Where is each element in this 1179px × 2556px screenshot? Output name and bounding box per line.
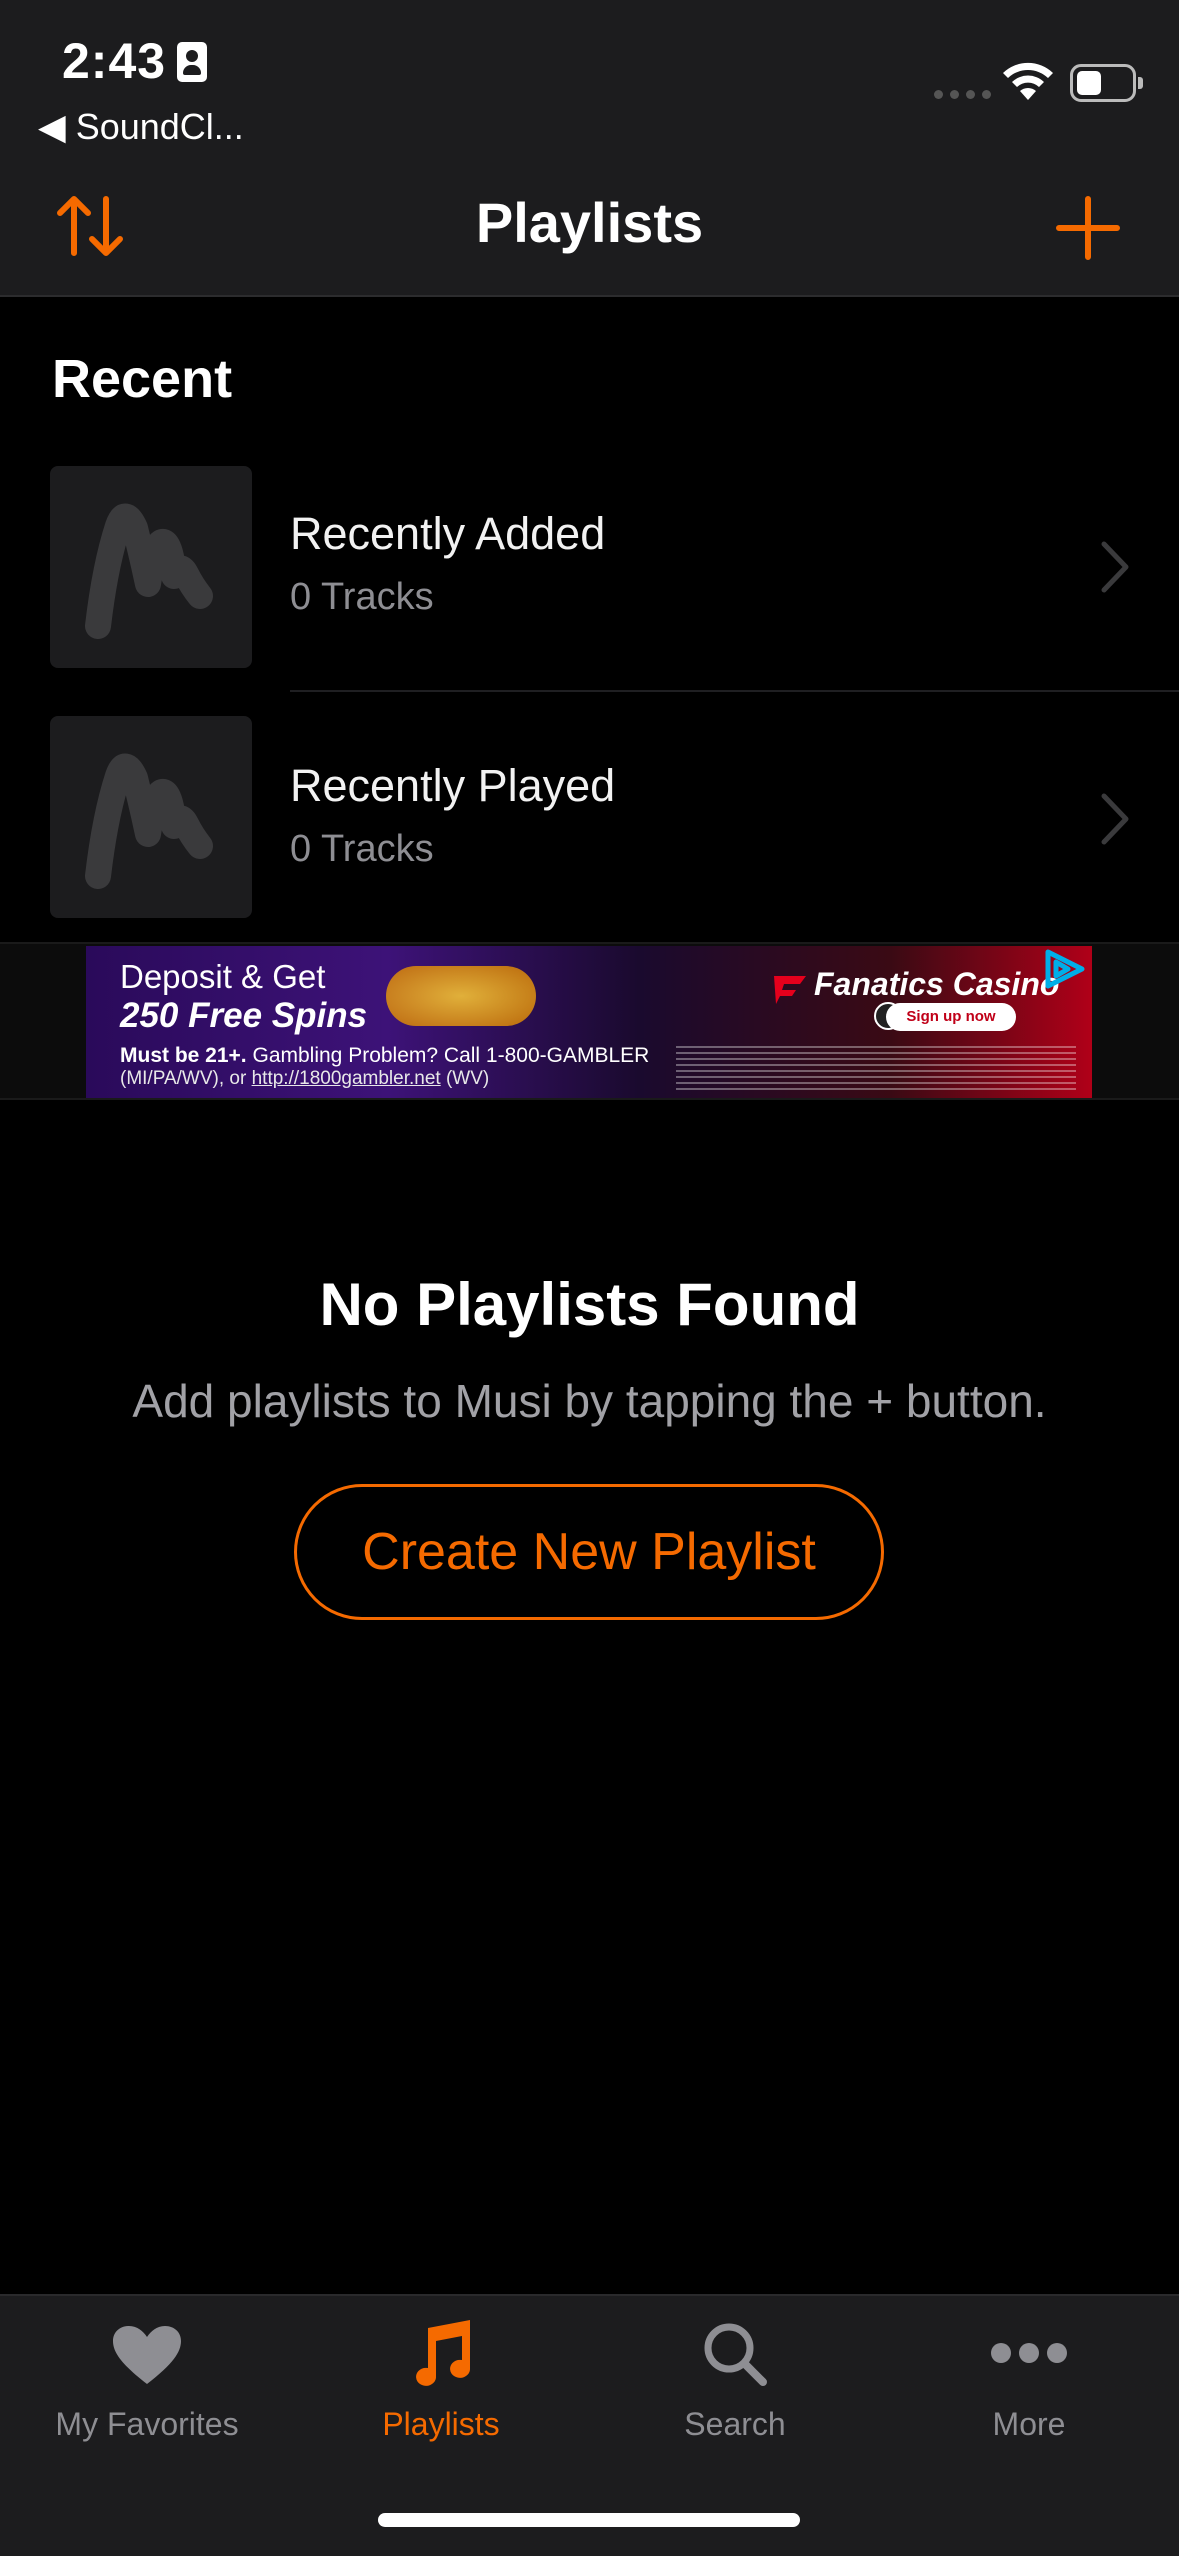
recently-added-row[interactable]: Recently Added 0 Tracks <box>0 440 1179 692</box>
tab-my-favorites[interactable]: My Favorites <box>0 2294 294 2474</box>
recent-section-title: Recent <box>52 349 233 409</box>
tab-label: Search <box>684 2406 786 2442</box>
music-note-icon <box>416 2320 471 2386</box>
plus-icon <box>1056 196 1120 260</box>
tab-label: My Favorites <box>55 2406 239 2442</box>
ad-legal-line2: (MI/PA/WV), or http://1800gambler.net (W… <box>120 1068 490 1089</box>
wifi-icon <box>1000 60 1056 109</box>
ad-brand: Fanatics Casino <box>814 966 1060 1002</box>
nav-divider <box>0 295 1179 297</box>
page-title: Playlists <box>475 191 704 254</box>
ad-banner[interactable]: Deposit & Get 250 Free Spins Fanatics Ca… <box>86 946 1092 1098</box>
ad-legal-line1: Must be 21+. Gambling Problem? Call 1-80… <box>120 1044 650 1067</box>
battery-icon <box>1070 64 1143 102</box>
recently-played-row[interactable]: Recently Played 0 Tracks <box>0 692 1179 944</box>
empty-state-subtitle: Add playlists to Musi by tapping the + b… <box>132 1375 1047 1427</box>
home-indicator <box>378 2513 800 2527</box>
tab-label: Playlists <box>382 2406 500 2442</box>
cellular-signal-icon <box>934 90 991 99</box>
ad-legal-link[interactable]: http://1800gambler.net <box>252 1068 441 1089</box>
ad-signup-button[interactable]: Sign up now <box>886 1003 1016 1031</box>
playlist-artwork-placeholder <box>50 466 252 668</box>
ad-headline: Deposit & Get <box>120 958 326 995</box>
back-to-app-link[interactable]: ◀ SoundCl... <box>38 106 244 148</box>
musi-logo-icon <box>85 503 213 639</box>
tab-search[interactable]: Search <box>588 2294 882 2474</box>
row-track-count: 0 Tracks <box>290 828 434 870</box>
tab-playlists[interactable]: Playlists <box>294 2294 588 2474</box>
add-playlist-button[interactable] <box>1046 186 1130 270</box>
status-time: 2:43 <box>62 33 167 89</box>
row-track-count: 0 Tracks <box>290 576 434 618</box>
tab-label: More <box>992 2406 1066 2442</box>
search-icon <box>704 2323 767 2386</box>
more-dots-icon <box>991 2343 1067 2363</box>
chevron-right-icon <box>1100 792 1130 851</box>
ad-coins-graphic <box>386 966 536 1026</box>
empty-state-title: No Playlists Found <box>319 1271 860 1338</box>
chevron-right-icon <box>1100 540 1130 599</box>
create-new-playlist-button[interactable]: Create New Playlist <box>294 1484 884 1620</box>
ad-offer: 250 Free Spins <box>120 996 368 1035</box>
playlist-artwork-placeholder <box>50 716 252 918</box>
ad-fine-print <box>676 1046 1076 1090</box>
heart-icon <box>113 2326 181 2384</box>
musi-logo-icon <box>85 753 213 889</box>
row-title: Recently Played <box>290 760 616 811</box>
row-title: Recently Added <box>290 508 606 559</box>
fanatics-flag-icon <box>774 976 806 1004</box>
contact-card-icon <box>177 42 207 82</box>
adchoices-icon[interactable] <box>1040 948 1088 995</box>
tab-more[interactable]: More <box>882 2294 1176 2474</box>
